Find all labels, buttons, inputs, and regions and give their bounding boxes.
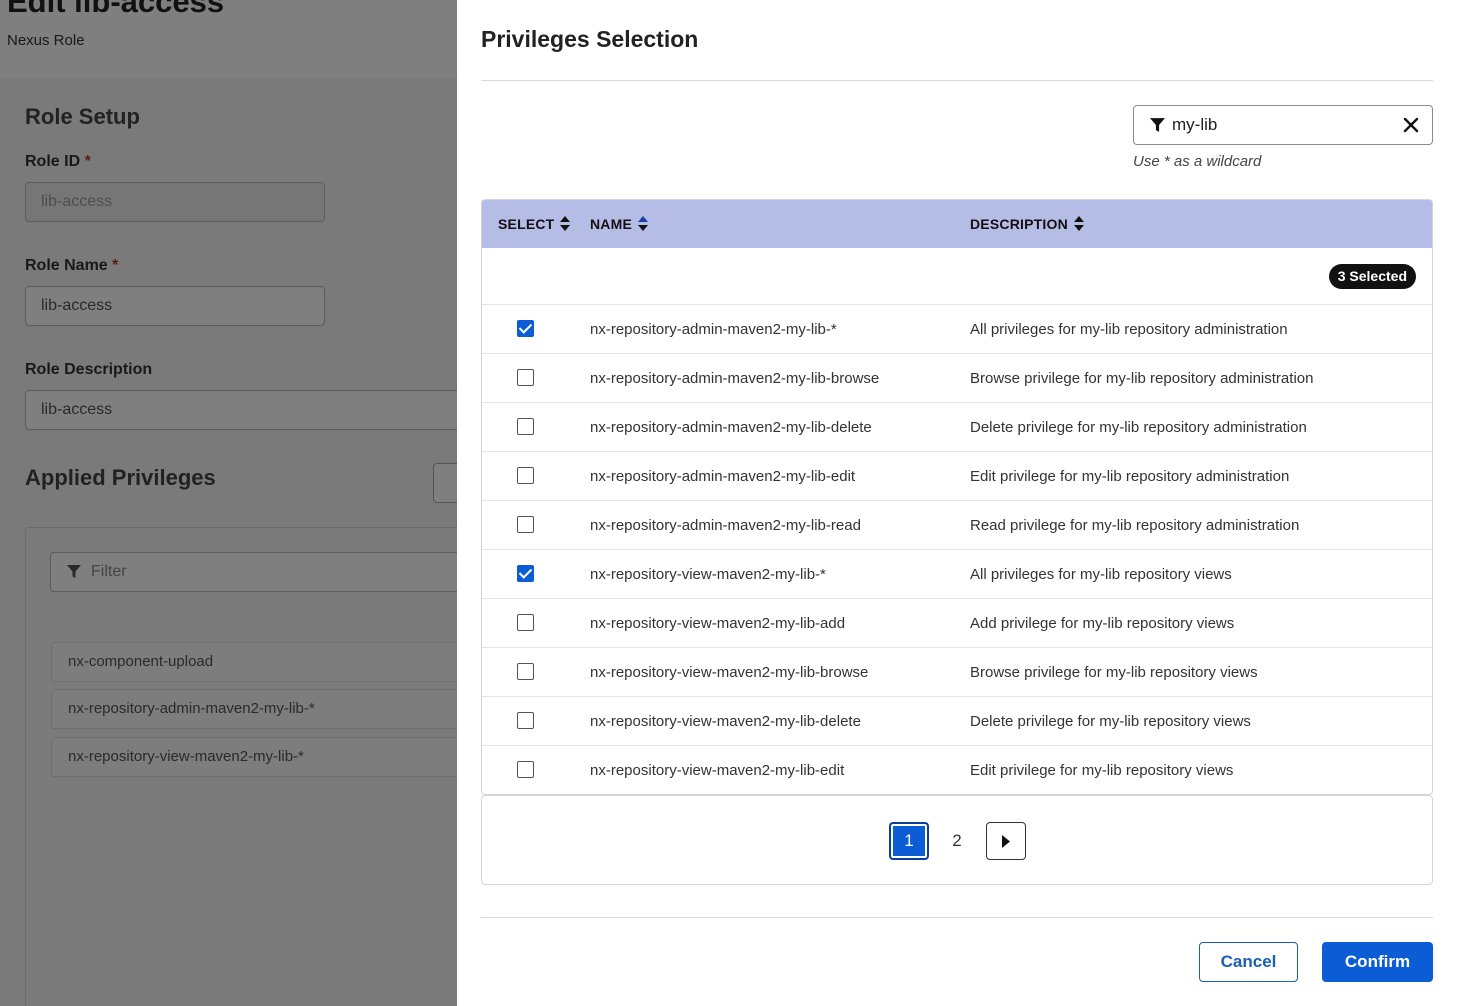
privilege-name: nx-repository-view-maven2-my-lib-add [590, 615, 846, 632]
table-row[interactable]: nx-repository-view-maven2-my-lib-edit Ed… [482, 746, 1432, 794]
row-checkbox[interactable] [517, 467, 534, 484]
selected-count-badge: 3 Selected [1328, 264, 1416, 289]
page-button-current[interactable]: 1 [889, 822, 929, 860]
table-row[interactable]: nx-repository-admin-maven2-my-lib-browse… [482, 354, 1432, 403]
sort-icon [1073, 216, 1084, 232]
cancel-button[interactable]: Cancel [1199, 942, 1298, 982]
table-row[interactable]: nx-repository-view-maven2-my-lib-delete … [482, 697, 1432, 746]
pagination: 1 2 [481, 795, 1433, 885]
row-checkbox[interactable] [517, 418, 534, 435]
row-checkbox[interactable] [517, 320, 534, 337]
privilege-description: Read privilege for my-lib repository adm… [970, 517, 1300, 534]
column-header-name-label: NAME [590, 216, 633, 232]
privileges-selection-modal: Privileges Selection Use * as a wildcard… [457, 0, 1460, 1006]
privilege-description: Browse privilege for my-lib repository v… [970, 664, 1258, 681]
privilege-filter-field[interactable] [1133, 105, 1433, 145]
filter-icon [1150, 118, 1165, 132]
next-page-button[interactable] [986, 822, 1026, 860]
row-checkbox[interactable] [517, 761, 534, 778]
column-header-select-label: SELECT [498, 216, 555, 232]
privilege-name: nx-repository-view-maven2-my-lib-edit [590, 762, 845, 779]
modal-title: Privileges Selection [481, 26, 699, 52]
privilege-name: nx-repository-admin-maven2-my-lib-delete [590, 419, 872, 436]
table-row[interactable]: nx-repository-admin-maven2-my-lib-delete… [482, 403, 1432, 452]
selection-summary-row: 3 Selected [482, 248, 1432, 305]
filter-hint: Use * as a wildcard [1133, 153, 1262, 170]
divider [481, 917, 1433, 918]
privilege-name: nx-repository-admin-maven2-my-lib-edit [590, 468, 856, 485]
table-row[interactable]: nx-repository-view-maven2-my-lib-add Add… [482, 599, 1432, 648]
table-row[interactable]: nx-repository-view-maven2-my-lib-browse … [482, 648, 1432, 697]
page-button-2[interactable]: 2 [937, 822, 977, 860]
sort-icon [560, 216, 571, 232]
sort-icon [638, 216, 649, 232]
table-row[interactable]: nx-repository-admin-maven2-my-lib-edit E… [482, 452, 1432, 501]
privilege-name: nx-repository-admin-maven2-my-lib-* [590, 321, 837, 338]
row-checkbox[interactable] [517, 369, 534, 386]
table-header: SELECT NAME DESCRIPTION [482, 200, 1432, 248]
caret-right-icon [1002, 835, 1010, 848]
privilege-description: All privileges for my-lib repository adm… [970, 321, 1288, 338]
privilege-name: nx-repository-view-maven2-my-lib-delete [590, 713, 861, 730]
confirm-button[interactable]: Confirm [1322, 942, 1433, 982]
privileges-table: SELECT NAME DESCRIPTION 3 Selected nx-re… [481, 199, 1433, 795]
row-checkbox[interactable] [517, 516, 534, 533]
privilege-description: All privileges for my-lib repository vie… [970, 566, 1232, 583]
privilege-name: nx-repository-admin-maven2-my-lib-browse [590, 370, 880, 387]
privilege-description: Delete privilege for my-lib repository v… [970, 713, 1251, 730]
divider [481, 80, 1433, 81]
privilege-description: Edit privilege for my-lib repository adm… [970, 468, 1290, 485]
privilege-description: Edit privilege for my-lib repository vie… [970, 762, 1234, 779]
privilege-description: Delete privilege for my-lib repository a… [970, 419, 1307, 436]
table-row[interactable]: nx-repository-admin-maven2-my-lib-read R… [482, 501, 1432, 550]
column-header-description[interactable]: DESCRIPTION [970, 200, 1084, 248]
privilege-name: nx-repository-admin-maven2-my-lib-read [590, 517, 861, 534]
row-checkbox[interactable] [517, 565, 534, 582]
privilege-name: nx-repository-view-maven2-my-lib-* [590, 566, 826, 583]
row-checkbox[interactable] [517, 614, 534, 631]
privilege-name: nx-repository-view-maven2-my-lib-browse [590, 664, 869, 681]
close-icon[interactable] [1402, 116, 1420, 134]
column-header-name[interactable]: NAME [590, 200, 649, 248]
row-checkbox[interactable] [517, 712, 534, 729]
table-row[interactable]: nx-repository-view-maven2-my-lib-* All p… [482, 550, 1432, 599]
column-header-select[interactable]: SELECT [498, 200, 571, 248]
privilege-filter-input[interactable] [1172, 106, 1392, 144]
table-row[interactable]: nx-repository-admin-maven2-my-lib-* All … [482, 305, 1432, 354]
row-checkbox[interactable] [517, 663, 534, 680]
column-header-description-label: DESCRIPTION [970, 216, 1068, 232]
privilege-description: Add privilege for my-lib repository view… [970, 615, 1235, 632]
privilege-description: Browse privilege for my-lib repository a… [970, 370, 1314, 387]
